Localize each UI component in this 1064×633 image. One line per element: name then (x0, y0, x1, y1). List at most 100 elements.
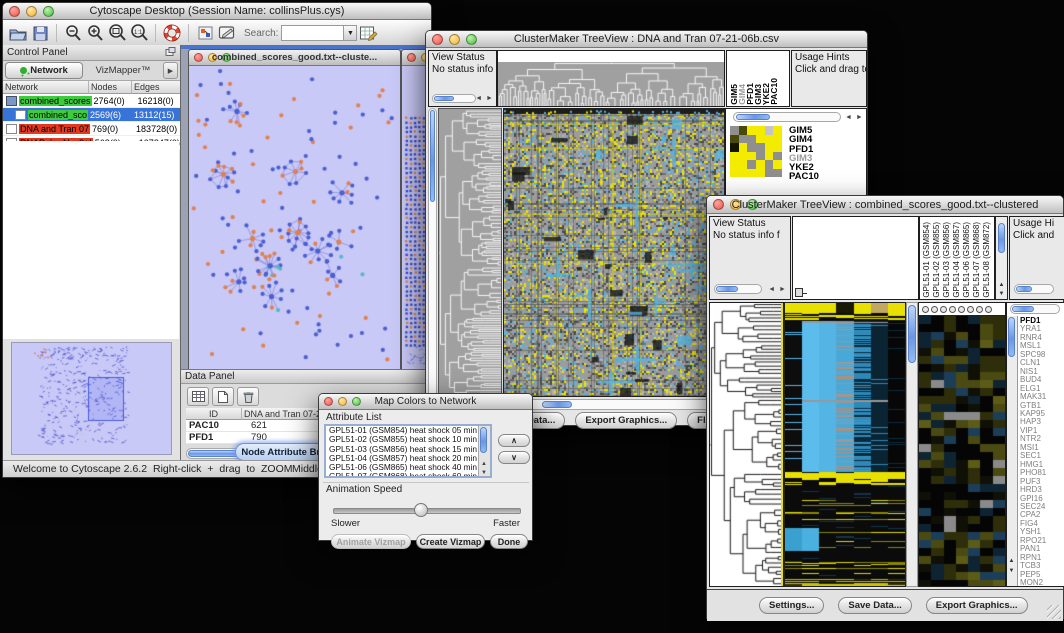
treeview2-titlebar[interactable]: ClusterMaker TreeView : combined_scores_… (707, 196, 1063, 214)
tv1-column-label[interactable]: PFD1 (746, 83, 753, 105)
search-input[interactable] (281, 25, 343, 41)
column-header-nodes[interactable]: Nodes (89, 81, 132, 94)
matrix-cell[interactable] (756, 169, 765, 178)
matrix-cell[interactable] (773, 126, 782, 135)
matrix-cell[interactable] (739, 143, 748, 152)
new-attribute-button[interactable] (212, 387, 234, 406)
tv2-column-label[interactable]: GPL51-08 (GSM872) (983, 222, 992, 298)
tv2-zoom-heatmap-canvas[interactable] (919, 316, 1005, 586)
matrix-cell[interactable] (747, 126, 756, 135)
scrollbar-thumb[interactable] (430, 110, 435, 202)
tv1-row-label[interactable]: PAC10 (789, 172, 819, 181)
tv1-export-graphics-button[interactable]: Export Graphics... (575, 412, 677, 429)
help-lifesaver-icon[interactable] (161, 23, 183, 43)
matrix-cell[interactable] (765, 160, 774, 169)
select-attributes-button[interactable] (187, 387, 209, 406)
matrix-cell[interactable] (730, 169, 739, 178)
create-vizmap-button[interactable]: Create Vizmap (416, 534, 485, 549)
tv2-hints-scrollbar[interactable] (1014, 284, 1054, 294)
done-button[interactable]: Done (490, 534, 528, 549)
network-list-item[interactable]: combined_sco2569(6)13112(15) (3, 108, 180, 122)
animation-speed-slider-thumb[interactable] (414, 503, 428, 517)
tv1-heatmap-canvas[interactable] (504, 109, 724, 396)
matrix-cell[interactable] (730, 143, 739, 152)
close-button[interactable] (407, 53, 416, 62)
tv1-column-label[interactable]: PAC10 (770, 78, 777, 105)
matrix-cell[interactable] (773, 152, 782, 161)
tab-vizmapper[interactable]: VizMapper™ (85, 63, 161, 78)
tv2-column-label[interactable]: GPL51-01 (GSM854) (923, 222, 932, 298)
network-overview-panel[interactable] (11, 342, 172, 455)
tv1-column-label[interactable]: GIM5 (730, 84, 737, 105)
matrix-cell[interactable] (756, 160, 765, 169)
scroll-up-icon[interactable]: ▲ (1007, 558, 1016, 564)
matrix-cell[interactable] (747, 152, 756, 161)
matrix-cell[interactable] (756, 135, 765, 144)
matrix-cell[interactable] (765, 152, 774, 161)
scroll-arrows-icon[interactable]: ◄ ► (475, 95, 494, 102)
matrix-cell[interactable] (765, 143, 774, 152)
dialog-titlebar[interactable]: Map Colors to Network (319, 394, 532, 410)
tv2-status-scrollbar[interactable] (714, 284, 762, 294)
scroll-arrows-icon[interactable]: ◄ ► (768, 286, 787, 293)
tab-network[interactable]: Network (5, 62, 83, 79)
float-panel-icon[interactable] (165, 44, 176, 62)
matrix-cell[interactable] (747, 169, 756, 178)
scroll-arrows-icon[interactable]: ◄ ► (845, 114, 864, 121)
attribute-list-scrollbar[interactable]: ▲ ▼ (478, 426, 490, 476)
gene-label[interactable]: MON2 (1020, 579, 1046, 587)
matrix-cell[interactable] (739, 169, 748, 178)
tv1-status-scrollbar[interactable] (432, 94, 476, 103)
matrix-cell[interactable] (747, 143, 756, 152)
scrollbar-thumb[interactable] (542, 401, 572, 408)
scrollbar-thumb[interactable] (1008, 317, 1015, 357)
matrix-cell[interactable] (739, 160, 748, 169)
matrix-cell[interactable] (747, 135, 756, 144)
tv1-heatmap-panel[interactable] (503, 108, 725, 397)
tv2-column-dendrogram-panel[interactable] (792, 216, 919, 300)
matrix-cell[interactable] (739, 126, 748, 135)
attribute-list-item[interactable]: GPL51-07 (GSM868) heat shock 60 min (326, 472, 490, 478)
move-up-button[interactable]: ∧ (498, 434, 530, 447)
matrix-cell[interactable] (765, 126, 774, 135)
zoom-selected-icon[interactable]: 1:1 (128, 23, 150, 43)
tv1-column-label[interactable]: YKE2 (762, 83, 769, 105)
tv1-vscrollbar[interactable] (428, 108, 437, 397)
scroll-down-icon[interactable]: ▼ (1007, 568, 1016, 574)
matrix-cell[interactable] (730, 160, 739, 169)
tv2-settings-button[interactable]: Settings... (759, 597, 824, 614)
tv1-column-label[interactable]: GIM3 (754, 84, 761, 105)
tv1-column-dendrogram-panel[interactable] (497, 50, 725, 107)
scrollbar-thumb[interactable] (480, 427, 487, 453)
scroll-up-icon[interactable]: ▲ (479, 461, 489, 467)
search-dropdown-arrow-icon[interactable]: ▼ (343, 25, 357, 41)
open-session-button[interactable] (7, 23, 29, 43)
tv2-row-dendrogram-panel[interactable] (709, 302, 784, 587)
tv2-column-label[interactable]: GPL51-02 (GSM855) (933, 222, 942, 298)
tv1-row-dendrogram-canvas[interactable] (439, 109, 501, 396)
tv2-gene-vscrollbar[interactable]: ▲ ▼ (1007, 316, 1018, 586)
tv2-column-label[interactable]: GPL51-07 (GSM868) (973, 222, 982, 298)
matrix-cell[interactable] (765, 169, 774, 178)
tv2-export-graphics-button[interactable]: Export Graphics... (926, 597, 1028, 614)
zoom-out-icon[interactable] (62, 23, 84, 43)
zoom-fit-icon[interactable] (106, 23, 128, 43)
matrix-cell[interactable] (739, 152, 748, 161)
resize-grip[interactable] (1047, 605, 1061, 619)
matrix-cell[interactable] (773, 160, 782, 169)
tv2-gene-hscrollbar[interactable] (1010, 304, 1060, 314)
matrix-cell[interactable] (730, 135, 739, 144)
network1-view-canvas[interactable] (189, 66, 398, 368)
treeview1-titlebar[interactable]: ClusterMaker TreeView : DNA and Tran 07-… (426, 31, 867, 48)
tv2-heatmap-canvas[interactable] (785, 303, 905, 586)
delete-attribute-trash-icon[interactable] (237, 387, 259, 406)
scroll-up-icon[interactable]: ▲ (996, 282, 1007, 288)
scroll-down-icon[interactable]: ▼ (479, 470, 489, 476)
tv2-heatmap-panel[interactable] (784, 302, 906, 587)
tv2-column-label[interactable]: GPL51-06 (GSM865) (963, 222, 972, 298)
matrix-cell[interactable] (747, 160, 756, 169)
column-header-edges[interactable]: Edges (132, 81, 180, 94)
animate-vizmap-button[interactable]: Animate Vizmap (331, 534, 411, 549)
layout-icon[interactable] (194, 23, 216, 43)
scrollbar-thumb[interactable] (998, 223, 1005, 253)
